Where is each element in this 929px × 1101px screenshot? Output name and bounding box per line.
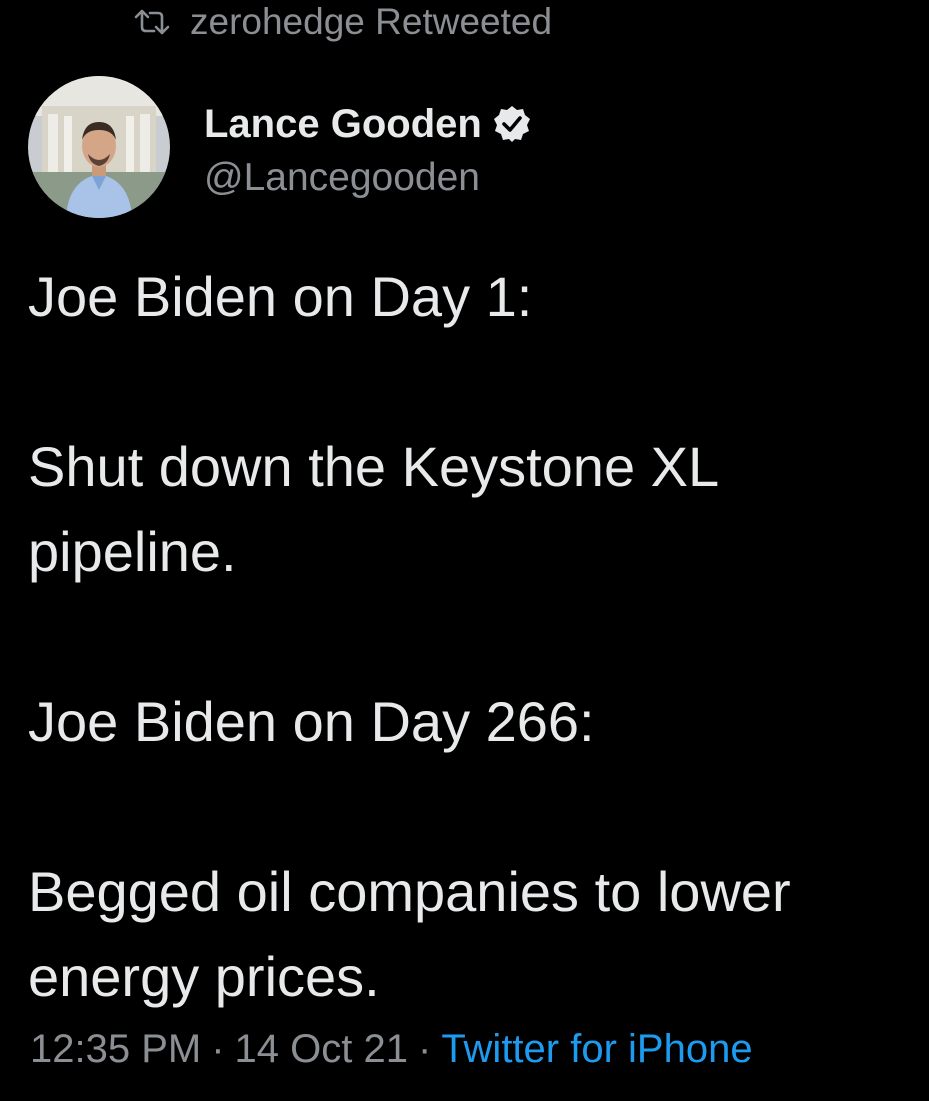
tweet-time[interactable]: 12:35 PM <box>30 1027 201 1071</box>
retweet-label: zerohedge Retweeted <box>190 1 553 42</box>
tweet-paragraph: Begged oil companies to lower energy pri… <box>28 860 791 1008</box>
tweet-paragraph-spacer <box>28 594 928 679</box>
tweet-paragraph-spacer <box>28 764 928 849</box>
tweet-paragraph: Joe Biden on Day 266: <box>28 690 595 753</box>
tweet-text: Joe Biden on Day 1: Shut down the Keysto… <box>28 254 928 1019</box>
tweet-paragraph-spacer <box>28 339 928 424</box>
tweet-paragraph: Shut down the Keystone XL pipeline. <box>28 435 720 583</box>
author-header: Lance Gooden @Lancegooden <box>28 76 532 218</box>
display-name-row: Lance Gooden <box>204 94 532 154</box>
tweet-date[interactable]: 14 Oct 21 <box>235 1027 408 1071</box>
verified-badge-icon <box>492 104 532 144</box>
display-name[interactable]: Lance Gooden <box>204 102 482 147</box>
meta-separator: · <box>417 1027 432 1071</box>
author-names: Lance Gooden @Lancegooden <box>204 94 532 200</box>
meta-separator: · <box>211 1027 225 1071</box>
tweet-paragraph: Joe Biden on Day 1: <box>28 265 533 328</box>
avatar[interactable] <box>28 76 170 218</box>
author-handle[interactable]: @Lancegooden <box>204 156 532 200</box>
tweet-metadata: 12:35 PM · 14 Oct 21 · Twitter for iPhone <box>30 1024 753 1074</box>
retweet-context[interactable]: zerohedge Retweeted <box>134 0 552 44</box>
retweet-icon <box>134 7 170 37</box>
tweet-source-link[interactable]: Twitter for iPhone <box>441 1027 752 1071</box>
